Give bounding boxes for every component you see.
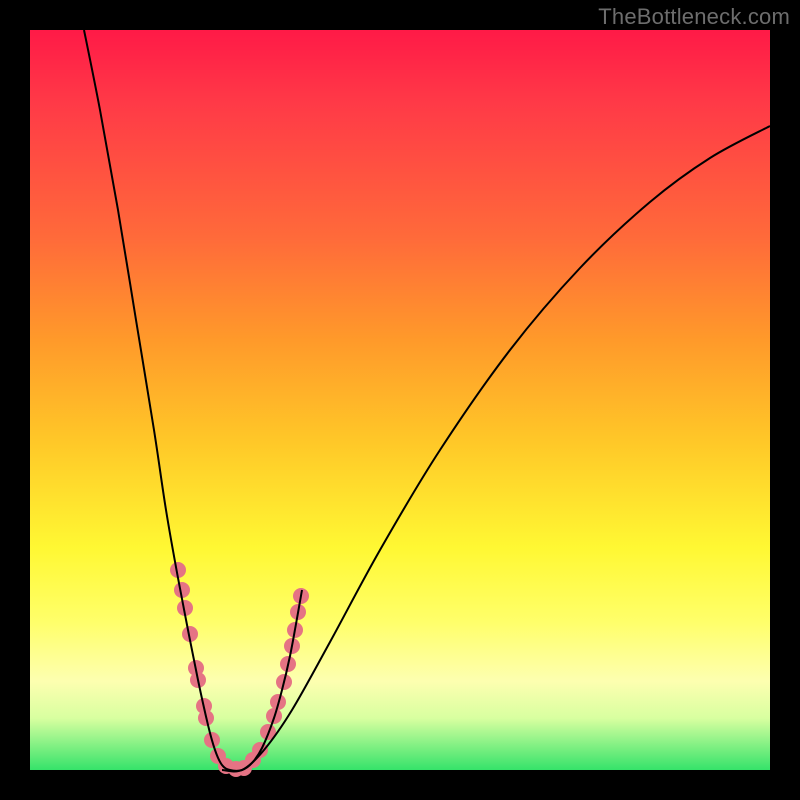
beads-group [170,562,309,777]
plot-area [30,30,770,770]
right-branch-curve [222,126,770,771]
chart-frame: TheBottleneck.com [0,0,800,800]
curves-svg [30,30,770,770]
left-branch-curve [84,30,302,771]
watermark-text: TheBottleneck.com [598,4,790,30]
